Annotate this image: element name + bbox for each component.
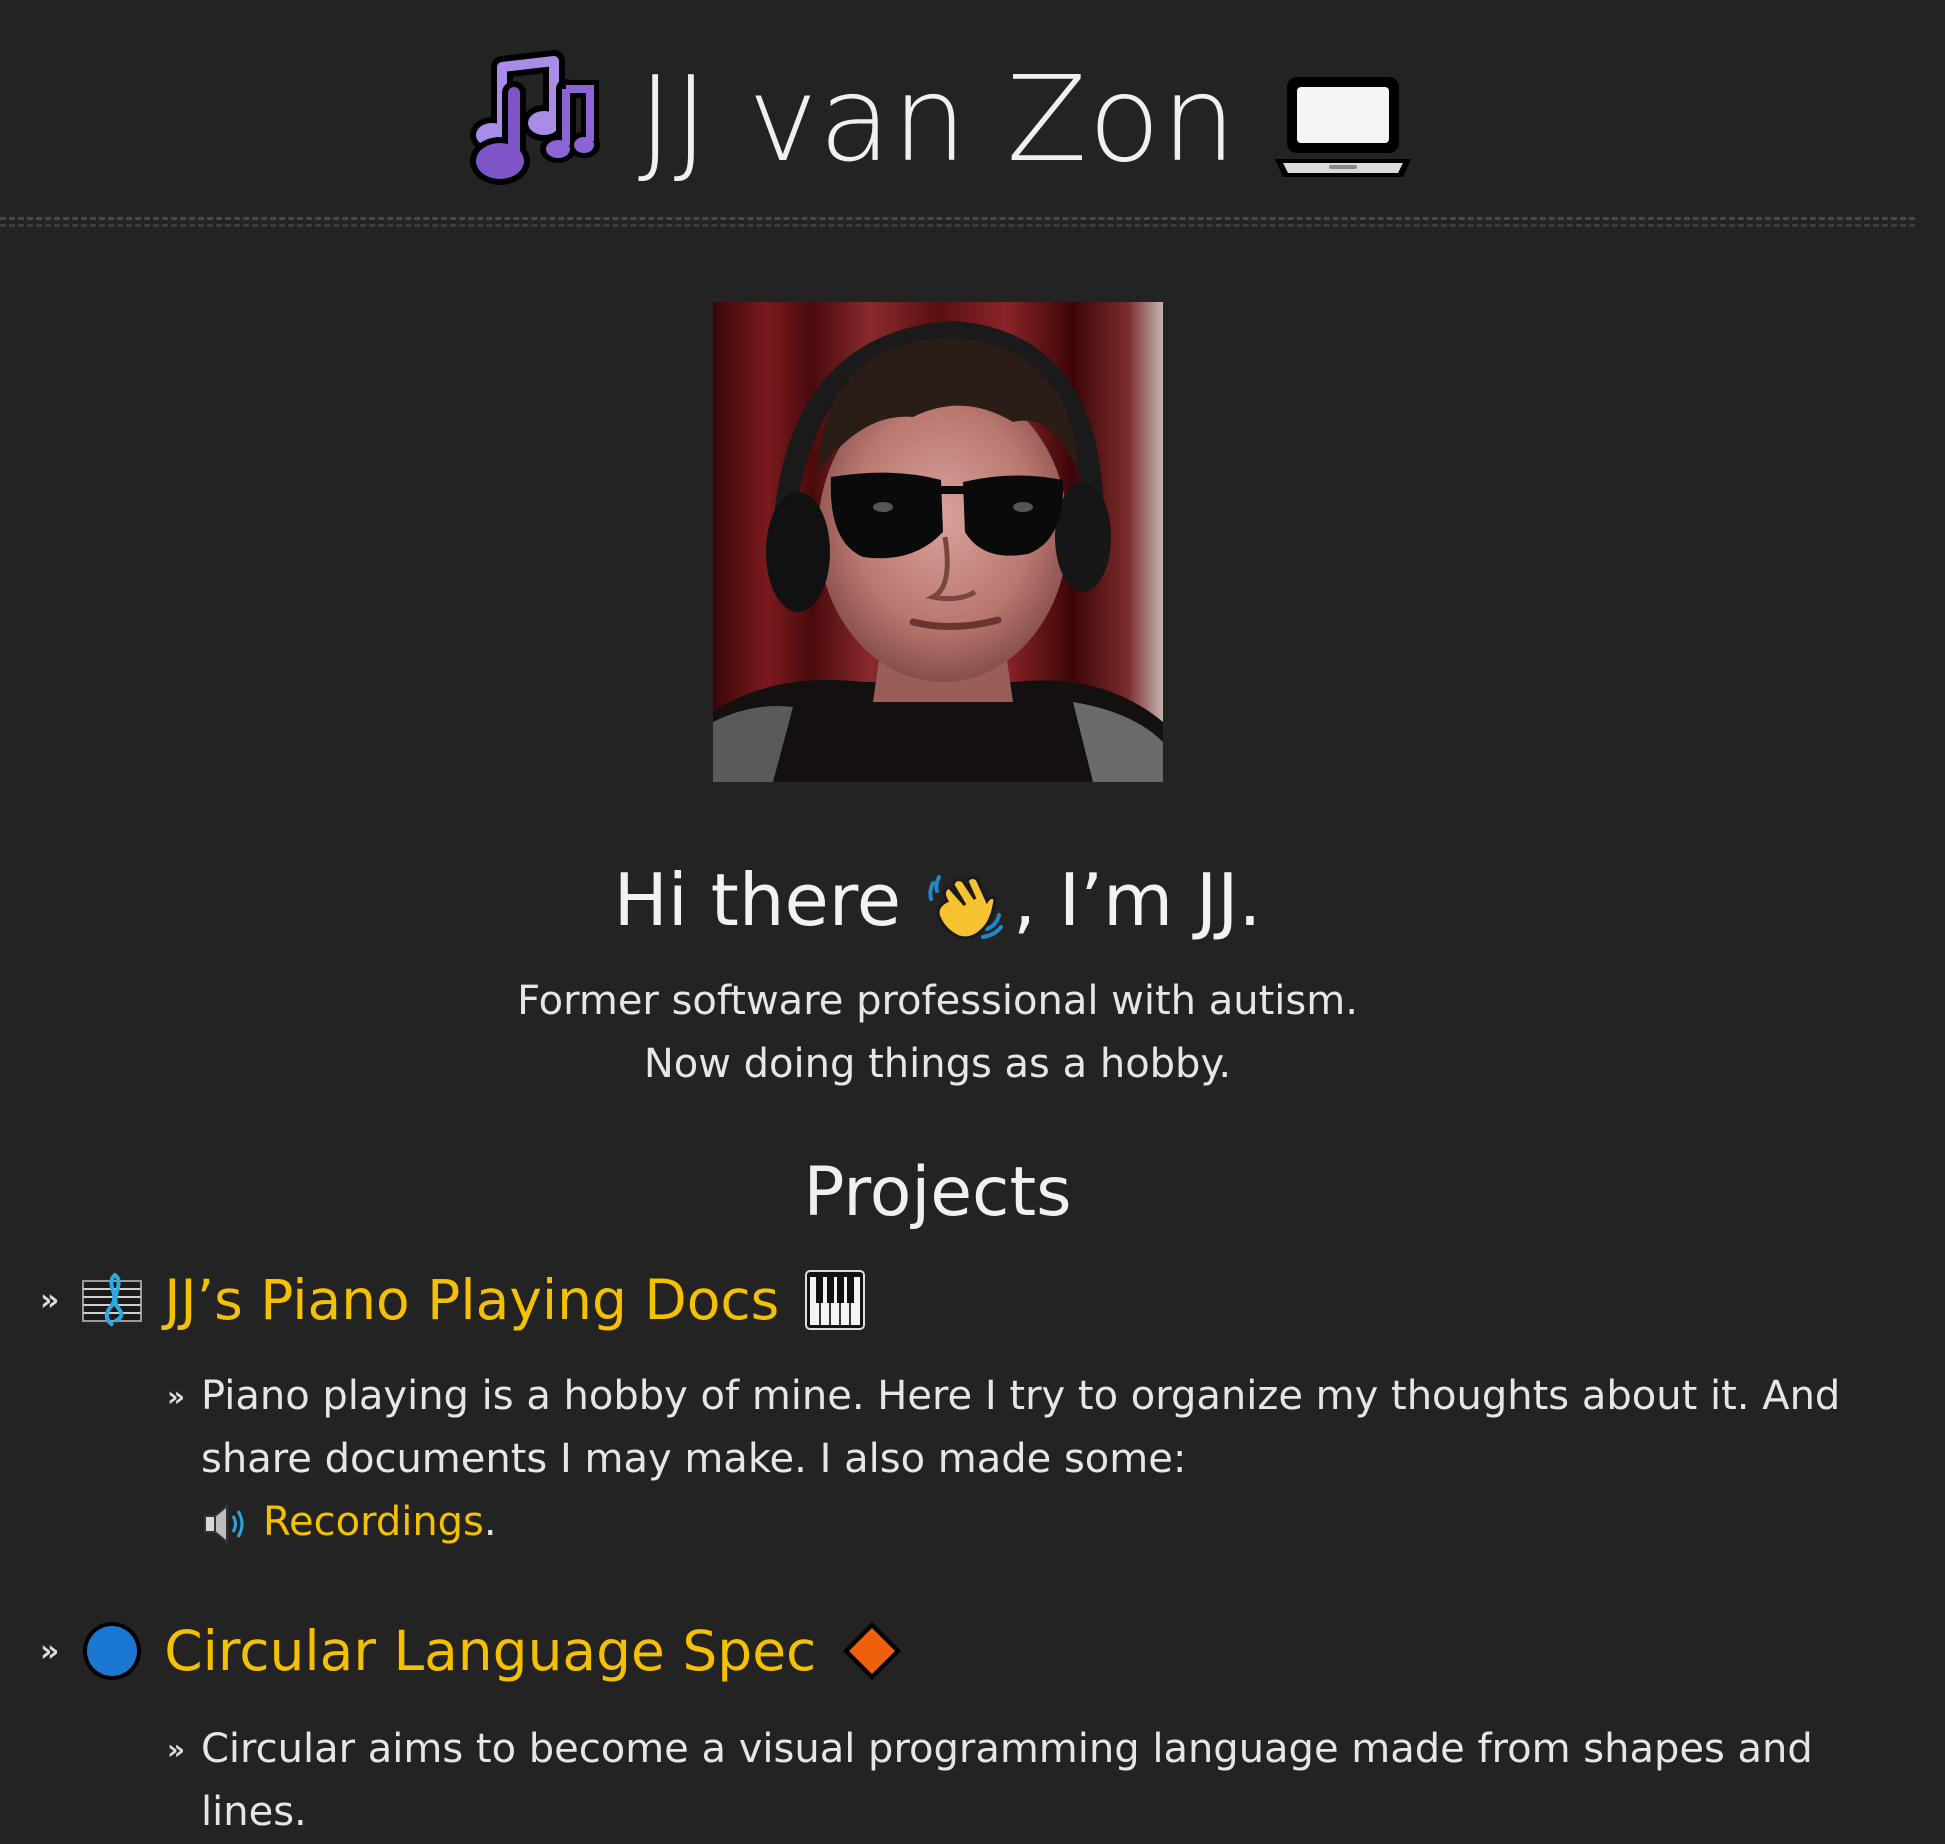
speaker-icon (201, 1502, 249, 1546)
sub-bullet-icon: » (167, 1380, 185, 1413)
site-header: JJ van Zon (0, 0, 1945, 227)
piano-keys-icon (804, 1269, 866, 1331)
site-title-text[interactable]: JJ van Zon (638, 39, 1237, 199)
recordings-link[interactable]: Recordings (263, 1499, 484, 1545)
project-item-piano-docs: » JJ’s Piano Playing Docs » Piano playin… (40, 1255, 1920, 1554)
bio-line-2: Now doing things as a hobby. (643, 1041, 1232, 1087)
project-description-text: Piano playing is a hobby of mine. Here I… (201, 1373, 1841, 1482)
project-description-circular-spec: » Circular aims to become a visual progr… (163, 1718, 1901, 1844)
project-title-row: » JJ’s Piano Playing Docs (40, 1255, 1920, 1345)
profile-photo (713, 302, 1163, 782)
recordings-row: Recordings. (201, 1491, 1901, 1554)
header-divider-secondary (0, 224, 1915, 227)
project-description-piano-docs: » Piano playing is a hobby of mine. Here… (163, 1365, 1901, 1554)
recordings-suffix: . (483, 1499, 497, 1545)
bullet-icon: » (40, 1282, 59, 1318)
site-title[interactable]: JJ van Zon (0, 30, 1875, 199)
header-divider (0, 217, 1915, 220)
project-link-piano-docs[interactable]: JJ’s Piano Playing Docs (164, 1255, 779, 1345)
page: JJ van Zon Hi there , I’m JJ. Former sof… (0, 0, 1945, 1835)
musical-score-icon (79, 1267, 145, 1333)
blue-circle-icon (79, 1618, 145, 1684)
projects-heading: Projects (803, 1153, 1072, 1232)
project-item-circular-spec: » Circular Language Spec » Circular aims… (40, 1606, 1920, 1844)
project-link-circular-spec[interactable]: Circular Language Spec (164, 1606, 816, 1696)
project-description-text: Circular aims to become a visual program… (201, 1726, 1813, 1835)
project-title-row: » Circular Language Spec (40, 1606, 1920, 1696)
musical-notes-icon (462, 49, 602, 189)
bio: Former software professional with autism… (0, 970, 1875, 1096)
orange-diamond-icon (841, 1620, 903, 1682)
laptop-icon (1273, 49, 1413, 189)
waving-hand-icon (925, 865, 1005, 945)
bio-line-1: Former software professional with autism… (517, 978, 1358, 1024)
sub-bullet-icon: » (167, 1733, 185, 1766)
greeting-start: Hi there (613, 858, 902, 942)
greeting-heading: Hi there , I’m JJ. (0, 850, 1875, 950)
greeting-end: , I’m JJ. (1013, 858, 1262, 942)
bullet-icon: » (40, 1633, 59, 1669)
